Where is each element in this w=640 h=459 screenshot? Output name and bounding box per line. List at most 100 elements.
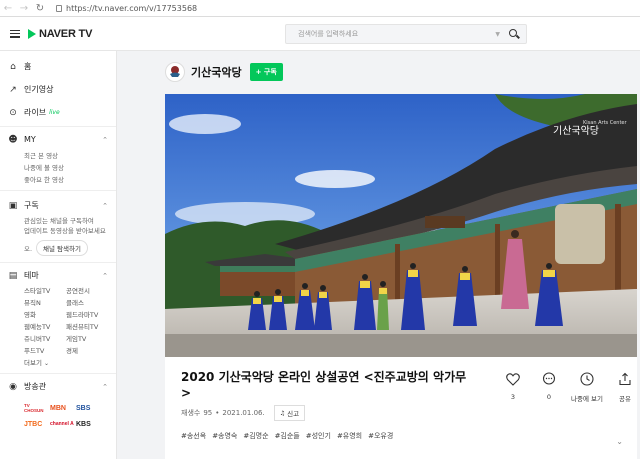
sidebar-sub-liked[interactable]: 좋아요 한 영상: [0, 174, 116, 186]
theme-item[interactable]: 경제: [66, 346, 108, 357]
report-button[interactable]: ♫ 신고: [273, 405, 306, 421]
share-button[interactable]: 공유: [607, 371, 640, 403]
watch-later-label: 나중에 보기: [571, 395, 603, 403]
video-player[interactable]: Kisan Arts Center 기산국악당: [165, 94, 637, 357]
address-bar[interactable]: https://tv.naver.com/v/17753568: [56, 4, 197, 13]
video-frame: Kisan Arts Center 기산국악당: [165, 94, 637, 357]
meta-separator: •: [215, 409, 220, 417]
share-label: 공유: [619, 395, 631, 403]
user-icon: ☻: [8, 134, 18, 145]
theme-item[interactable]: 패션뷰티TV: [66, 322, 108, 333]
hashtag[interactable]: #김순들: [275, 431, 300, 441]
sidebar-item-label: 라이브: [24, 108, 47, 117]
theme-item[interactable]: 웹예능TV: [24, 322, 66, 333]
chevron-up-icon[interactable]: ⌃: [102, 202, 108, 210]
live-badge: live: [49, 109, 60, 116]
hashtag[interactable]: #유영희: [337, 431, 362, 441]
hashtag[interactable]: #송선옥: [181, 431, 206, 441]
hashtag[interactable]: #송영숙: [212, 431, 237, 441]
broadcast-icon: ◉: [9, 381, 17, 392]
theme-item[interactable]: 클래스: [66, 298, 108, 309]
mbn-logo[interactable]: MBN: [50, 403, 76, 413]
theme-icon: ▤: [8, 270, 18, 281]
hashtag-list: #송선옥 #송영숙 #김명순 #김순들 #성인기 #유영희 #오유경: [181, 431, 393, 441]
sidebar-item-label: 인기영상: [24, 85, 54, 94]
watch-later-button[interactable]: 나중에 보기: [567, 371, 607, 403]
chevron-down-icon: ⌄: [44, 360, 50, 367]
chevron-down-icon[interactable]: ⌄: [616, 437, 623, 446]
bell-icon: ♫: [279, 409, 286, 417]
kbs-logo[interactable]: KBS: [76, 419, 102, 429]
sidebar-section-label: 구독: [24, 201, 39, 210]
video-actions: 3 0 나중에 보기 공유: [495, 371, 640, 403]
theme-item[interactable]: 스타일TV: [24, 286, 66, 297]
sidebar-section-label: 방송관: [24, 382, 47, 391]
sidebar-section-theme[interactable]: ▤ 테마 ⌃: [0, 265, 116, 286]
share-icon: [617, 371, 633, 387]
jtbc-logo[interactable]: JTBC: [24, 419, 50, 429]
hashtag[interactable]: #오유경: [368, 431, 393, 441]
search-bar[interactable]: 검색어를 입력하세요 ▼: [285, 24, 527, 44]
like-count: 3: [510, 393, 516, 401]
browse-channels-row: 오. 채널 탐색하기: [0, 240, 116, 256]
theme-item[interactable]: 게임TV: [66, 334, 108, 345]
menu-icon[interactable]: [10, 29, 20, 38]
channel-header: 기산국악당 + 구독: [165, 62, 283, 82]
theme-item[interactable]: 푸드TV: [24, 346, 66, 357]
comment-count: 0: [546, 393, 552, 401]
subscription-icon: ▣: [8, 200, 18, 211]
upload-date: 2021.01.06.: [222, 409, 265, 417]
comment-icon: [541, 371, 557, 387]
theme-list: 스타일TV 공연전시 뮤직N 클래스 영화 웹드라마TV 웹예능TV 패션뷰티T…: [0, 286, 116, 357]
trending-icon: ↗: [9, 84, 17, 95]
channel-a-logo[interactable]: channel A: [50, 419, 76, 429]
reload-icon[interactable]: ↻: [32, 0, 48, 17]
sidebar-section-label: 테마: [24, 271, 39, 280]
chevron-up-icon[interactable]: ⌃: [102, 383, 108, 391]
sbs-logo[interactable]: SBS: [76, 403, 102, 413]
tv-chosun-logo[interactable]: TV CHOSUN: [24, 403, 50, 413]
sidebar-section-subscriptions[interactable]: ▣ 구독 ⌃: [0, 195, 116, 216]
broadcast-logos: TV CHOSUN MBN SBS JTBC channel A KBS: [0, 403, 116, 429]
chevron-up-icon[interactable]: ⌃: [102, 136, 108, 144]
hashtag[interactable]: #김명순: [243, 431, 268, 441]
channel-name[interactable]: 기산국악당: [191, 64, 242, 80]
comment-button[interactable]: 0: [531, 371, 567, 403]
subscribe-button[interactable]: + 구독: [249, 63, 283, 81]
sidebar-section-broadcast[interactable]: ◉ 방송관 ⌃: [0, 376, 116, 397]
search-icon[interactable]: [508, 28, 520, 40]
logo-text: NAVER TV: [39, 27, 93, 40]
forward-arrow-icon[interactable]: →: [16, 0, 32, 17]
naver-tv-logo[interactable]: NAVER TV: [28, 28, 92, 40]
browser-toolbar: ← → ↻ https://tv.naver.com/v/17753568: [0, 0, 640, 17]
theme-item[interactable]: 공연전시: [66, 286, 108, 297]
sidebar-item-label: 홈: [24, 62, 32, 71]
video-watermark: 기산국악당: [553, 125, 599, 137]
channel-avatar[interactable]: [165, 62, 185, 82]
chevron-up-icon[interactable]: ⌃: [102, 272, 108, 280]
sidebar-sub-watch-later[interactable]: 나중에 볼 영상: [0, 162, 116, 174]
like-button[interactable]: 3: [495, 371, 531, 403]
theme-item[interactable]: 영화: [24, 310, 66, 321]
search-dropdown-icon[interactable]: ▼: [495, 31, 500, 38]
lock-icon: [56, 4, 62, 12]
subscriptions-description: 관심있는 채널을 구독하여: [24, 217, 94, 225]
sidebar-section-my[interactable]: ☻ MY ⌃: [0, 129, 116, 150]
sidebar-item-live[interactable]: ⊙ 라이브 live: [0, 101, 116, 124]
views-count: 95: [203, 409, 213, 417]
browse-prefix: 오.: [24, 245, 33, 253]
channel-emblem-icon: [170, 66, 180, 77]
back-arrow-icon[interactable]: ←: [0, 0, 16, 17]
video-info-panel: 2020 기산국악당 온라인 상설공연 <진주교방의 악가무> 재생수 95 •…: [165, 357, 637, 459]
sidebar-item-popular[interactable]: ↗ 인기영상: [0, 78, 116, 101]
browse-channels-button[interactable]: 채널 탐색하기: [36, 240, 88, 256]
theme-item[interactable]: 뮤직N: [24, 298, 66, 309]
search-input[interactable]: 검색어를 입력하세요: [298, 29, 495, 39]
theme-item[interactable]: 웹드라마TV: [66, 310, 108, 321]
theme-item[interactable]: 쥬니버TV: [24, 334, 66, 345]
theme-more-button[interactable]: 더보기 ⌄: [0, 357, 116, 370]
hashtag[interactable]: #성인기: [306, 431, 331, 441]
report-label: 신고: [287, 410, 300, 418]
sidebar-sub-recent[interactable]: 최근 본 영상: [0, 150, 116, 162]
sidebar-item-home[interactable]: ⌂ 홈: [0, 55, 116, 78]
